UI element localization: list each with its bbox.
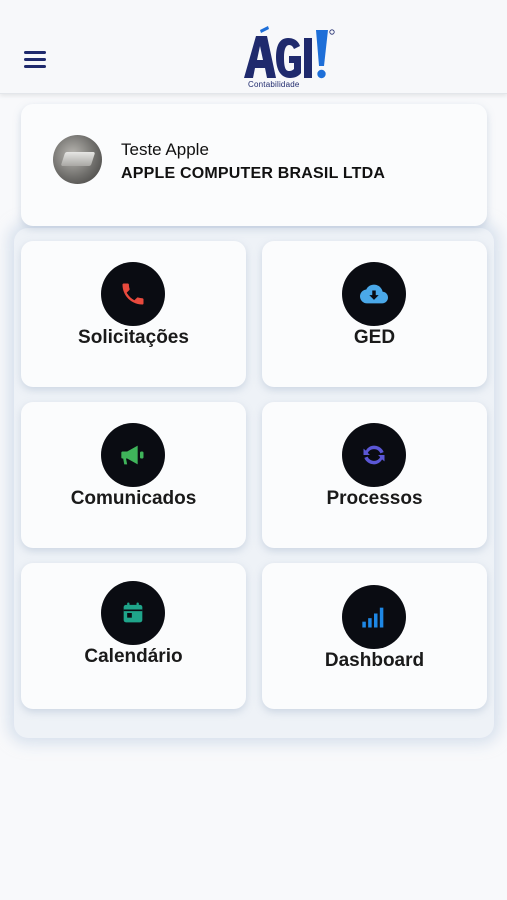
hamburger-icon[interactable] bbox=[22, 48, 48, 70]
profile-company: APPLE COMPUTER BRASIL LTDA bbox=[121, 165, 386, 182]
tile-label: GED bbox=[353, 327, 396, 348]
sync-icon bbox=[342, 423, 406, 487]
avatar bbox=[53, 135, 102, 184]
tile-label: Processos bbox=[326, 488, 423, 509]
top-bar: Contabilidade bbox=[0, 0, 507, 94]
cloud-download-icon bbox=[342, 262, 406, 326]
phone-icon bbox=[101, 262, 165, 326]
profile-card[interactable]: Teste Apple APPLE COMPUTER BRASIL LTDA bbox=[21, 104, 487, 226]
app-logo: Contabilidade bbox=[240, 26, 340, 90]
logo-subtitle: Contabilidade bbox=[248, 80, 300, 89]
megaphone-icon bbox=[101, 423, 165, 487]
tile-label: Solicitações bbox=[78, 327, 189, 348]
signal-bars-icon bbox=[342, 585, 406, 649]
tile-label: Comunicados bbox=[70, 488, 197, 509]
tile-dashboard[interactable]: Dashboard bbox=[262, 563, 487, 709]
tile-comunicados[interactable]: Comunicados bbox=[21, 402, 246, 548]
profile-name: Teste Apple bbox=[121, 140, 209, 159]
tile-label: Calendário bbox=[84, 646, 183, 667]
tile-calendario[interactable]: Calendário bbox=[21, 563, 246, 709]
logo-mark bbox=[244, 26, 335, 79]
tile-processos[interactable]: Processos bbox=[262, 402, 487, 548]
tile-solicitacoes[interactable]: Solicitações bbox=[21, 241, 246, 387]
calendar-icon bbox=[101, 581, 165, 645]
tile-ged[interactable]: GED bbox=[262, 241, 487, 387]
tile-label: Dashboard bbox=[324, 650, 425, 671]
